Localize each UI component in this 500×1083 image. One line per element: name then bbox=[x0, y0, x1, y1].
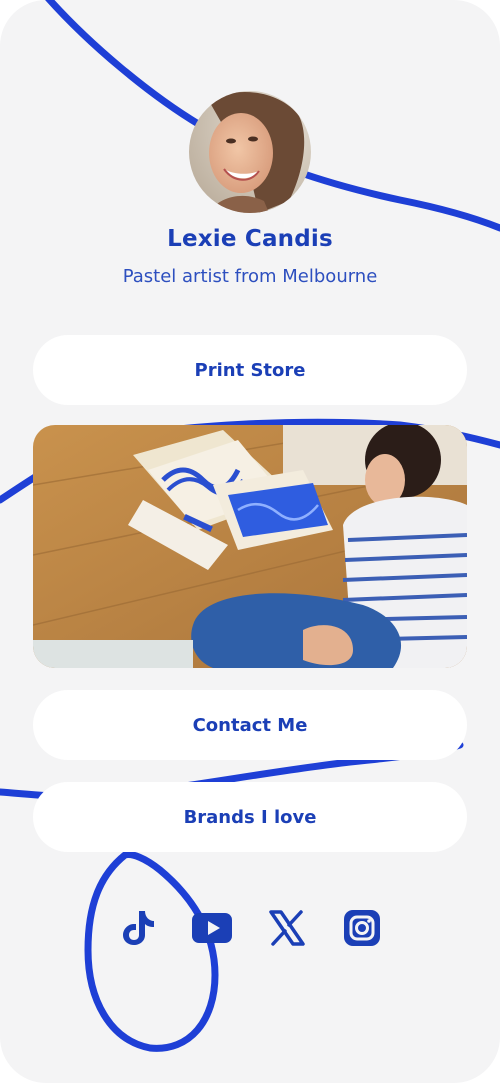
artist-photo bbox=[33, 425, 467, 668]
profile-bio: Pastel artist from Melbourne bbox=[122, 266, 378, 287]
x-icon[interactable] bbox=[265, 906, 309, 950]
avatar bbox=[189, 91, 311, 213]
print-store-button[interactable]: Print Store bbox=[33, 335, 467, 405]
tiktok-icon[interactable] bbox=[116, 906, 160, 950]
scribble-loop bbox=[84, 851, 219, 1052]
instagram-icon[interactable] bbox=[340, 906, 384, 950]
brands-button[interactable]: Brands I love bbox=[33, 782, 467, 852]
contact-me-button[interactable]: Contact Me bbox=[33, 690, 467, 760]
profile-page: Lexie Candis Pastel artist from Melbourn… bbox=[0, 0, 500, 1083]
youtube-icon[interactable] bbox=[190, 906, 234, 950]
profile-name: Lexie Candis bbox=[167, 226, 333, 252]
